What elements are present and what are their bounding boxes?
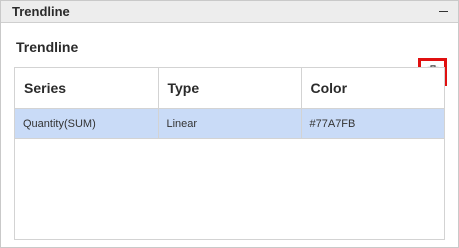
trendline-section: Trendline Series Type Color Quantity(SUM… [1,23,458,247]
collapse-icon[interactable] [436,5,450,19]
trendline-table: Series Type Color Quantity(SUM) Linear #… [14,67,445,240]
section-title: Trendline [16,39,79,55]
panel-title: Trendline [12,4,70,19]
cell-series[interactable]: Quantity(SUM) [15,108,159,139]
table-header-row: Series Type Color [15,68,444,109]
cell-color[interactable]: #77A7FB [301,108,444,139]
column-header-series[interactable]: Series [15,68,159,109]
trendline-panel: Trendline Trendline Series Type Color Qu… [0,0,459,248]
column-header-color[interactable]: Color [301,68,444,109]
cell-type[interactable]: Linear [158,108,302,139]
table-row[interactable]: Quantity(SUM) Linear #77A7FB [15,108,444,139]
panel-header: Trendline [1,1,458,23]
column-header-type[interactable]: Type [158,68,302,109]
